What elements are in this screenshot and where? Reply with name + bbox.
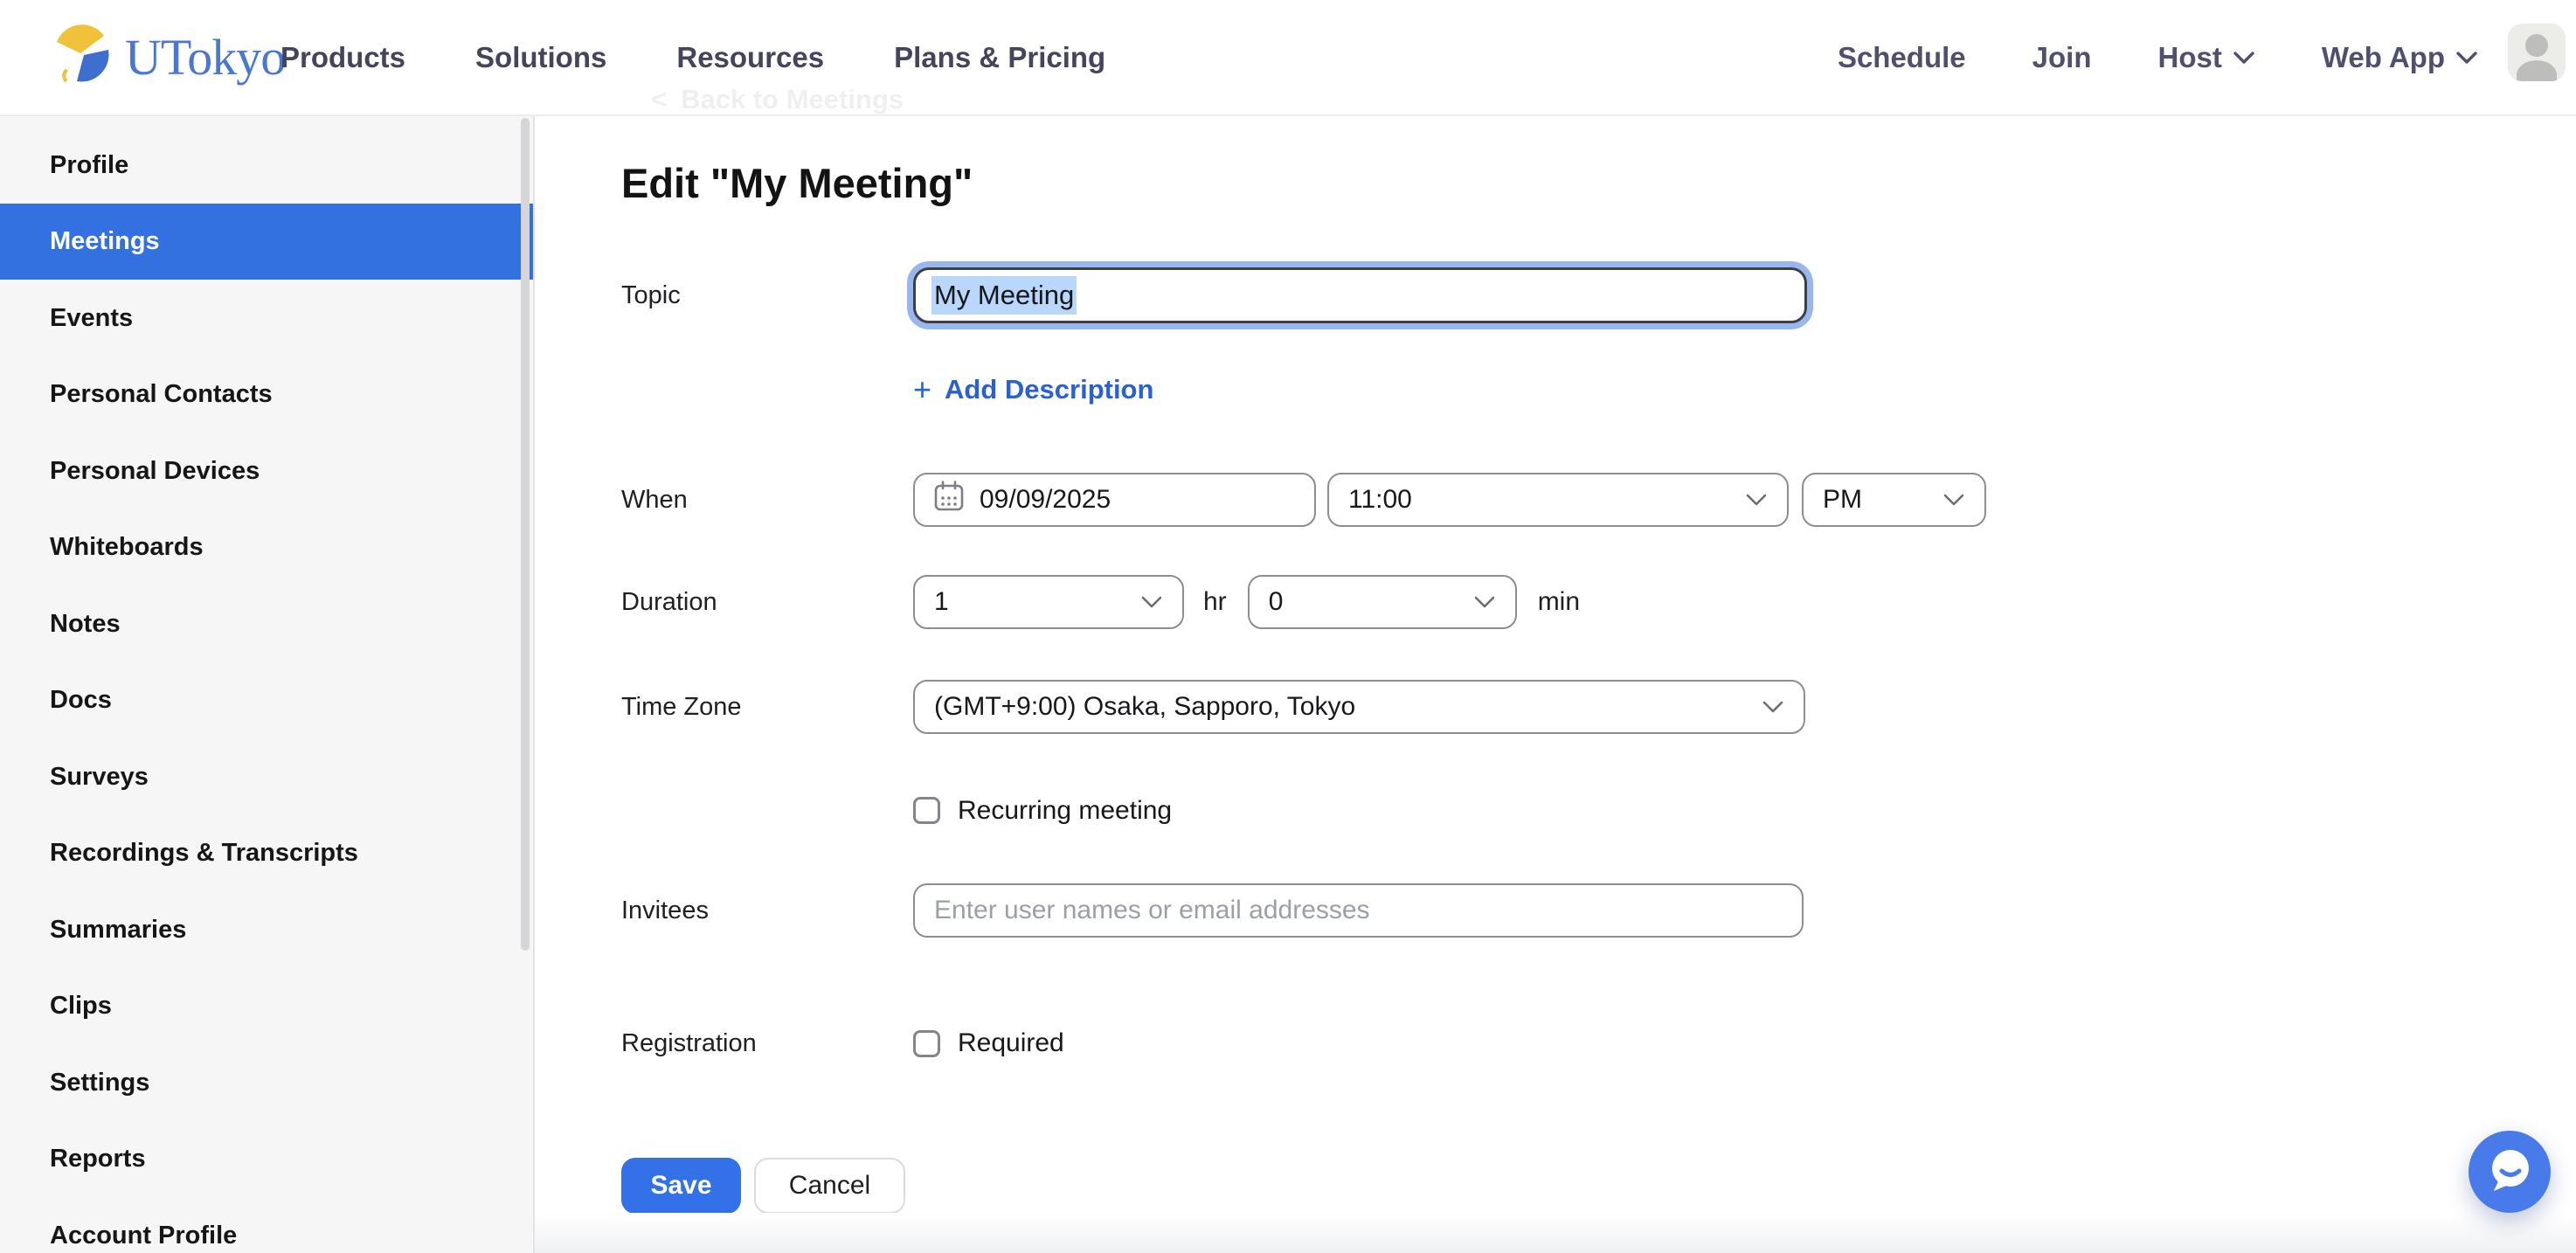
topic-input[interactable]: My Meeting [913, 267, 1807, 323]
nav-join[interactable]: Join [2032, 41, 2092, 74]
registration-required-checkbox[interactable] [913, 1030, 940, 1057]
duration-minutes-value: 0 [1269, 587, 1284, 617]
invitees-row: Invitees [621, 883, 1804, 938]
invitees-input[interactable] [913, 883, 1804, 938]
chevron-down-icon [2233, 51, 2255, 65]
timezone-row: Time Zone (GMT+9:00) Osaka, Sapporo, Tok… [621, 680, 1805, 734]
bottom-fade [535, 1213, 2576, 1253]
hours-unit-label: hr [1203, 587, 1227, 617]
ginkgo-leaf-icon [50, 23, 114, 92]
nav-schedule[interactable]: Schedule [1838, 41, 1966, 74]
avatar-shoulders [2517, 60, 2557, 81]
nav-products[interactable]: Products [280, 41, 405, 74]
chevron-down-icon [1942, 493, 1965, 507]
chevron-down-icon [1473, 595, 1496, 609]
sidebar: Profile Meetings Events Personal Contact… [0, 116, 535, 1253]
sidebar-item-events[interactable]: Events [0, 280, 533, 357]
sidebar-item-meetings[interactable]: Meetings [0, 204, 533, 280]
cancel-button[interactable]: Cancel [754, 1158, 905, 1214]
topic-selected-text: My Meeting [931, 276, 1077, 315]
top-nav-bar: UTokyo Products Solutions Resources Plan… [0, 0, 2576, 116]
page: < Back to Meetings UTokyo Products Solut… [0, 0, 2576, 1253]
duration-minutes-select[interactable]: 0 [1248, 575, 1517, 629]
timezone-label: Time Zone [621, 693, 913, 722]
date-value: 09/09/2025 [980, 485, 1111, 515]
sidebar-scrollbar[interactable] [521, 118, 530, 951]
topic-label: Topic [621, 281, 913, 310]
duration-hours-value: 1 [934, 587, 949, 617]
avatar[interactable] [2508, 24, 2566, 81]
sidebar-item-surveys[interactable]: Surveys [0, 739, 533, 815]
plus-icon: + [913, 374, 931, 405]
recurring-label: Recurring meeting [958, 796, 1172, 826]
add-description-button[interactable]: + Add Description [913, 374, 1153, 405]
when-label: When [621, 486, 913, 515]
support-chat-button[interactable] [2469, 1131, 2551, 1213]
minutes-unit-label: min [1538, 587, 1580, 617]
chevron-down-icon [1762, 700, 1784, 714]
duration-row: Duration 1 hr 0 min [621, 575, 1580, 629]
time-value: 11:00 [1348, 485, 1412, 515]
nav-resources[interactable]: Resources [676, 41, 824, 74]
meridiem-select[interactable]: PM [1802, 473, 1986, 527]
nav-host[interactable]: Host [2158, 41, 2255, 74]
back-to-meetings-link[interactable]: < Back to Meetings [651, 84, 904, 115]
time-select[interactable]: 11:00 [1327, 473, 1789, 527]
registration-label: Registration [621, 1029, 913, 1058]
invitees-label: Invitees [621, 896, 913, 925]
sidebar-item-docs[interactable]: Docs [0, 662, 533, 738]
nav-solutions[interactable]: Solutions [475, 41, 606, 74]
sidebar-item-notes[interactable]: Notes [0, 586, 533, 662]
duration-hours-select[interactable]: 1 [913, 575, 1184, 629]
meridiem-value: PM [1823, 485, 1862, 515]
calendar-icon [932, 480, 966, 520]
sidebar-item-settings[interactable]: Settings [0, 1045, 533, 1121]
avatar-head [2525, 34, 2548, 57]
add-description-label: Add Description [945, 374, 1153, 405]
timezone-select[interactable]: (GMT+9:00) Osaka, Sapporo, Tokyo [913, 680, 1805, 734]
sidebar-item-personal-contacts[interactable]: Personal Contacts [0, 357, 533, 433]
duration-label: Duration [621, 588, 913, 617]
sidebar-item-profile[interactable]: Profile [0, 128, 533, 204]
sidebar-item-recordings[interactable]: Recordings & Transcripts [0, 815, 533, 891]
recurring-checkbox[interactable] [913, 797, 940, 824]
chevron-down-icon [1140, 595, 1163, 609]
utokyo-logo[interactable]: UTokyo [50, 0, 285, 114]
topic-row: Topic My Meeting [621, 266, 1807, 325]
save-button[interactable]: Save [621, 1158, 741, 1214]
sidebar-item-summaries[interactable]: Summaries [0, 892, 533, 968]
recurring-row: Recurring meeting [913, 791, 1172, 830]
chat-smiley-icon [2486, 1146, 2533, 1198]
page-title: Edit "My Meeting" [621, 159, 973, 207]
chevron-down-icon [1745, 493, 1768, 507]
back-link-label: Back to Meetings [681, 84, 904, 115]
timezone-value: (GMT+9:00) Osaka, Sapporo, Tokyo [934, 692, 1355, 722]
sidebar-item-account-profile[interactable]: Account Profile [0, 1198, 533, 1253]
sidebar-item-personal-devices[interactable]: Personal Devices [0, 433, 533, 509]
date-picker[interactable]: 09/09/2025 [913, 473, 1316, 527]
sidebar-item-whiteboards[interactable]: Whiteboards [0, 509, 533, 585]
sidebar-item-clips[interactable]: Clips [0, 968, 533, 1044]
registration-row: Registration Required [621, 1016, 1064, 1070]
registration-required-label: Required [958, 1028, 1064, 1058]
chevron-down-icon [2455, 51, 2478, 65]
secondary-nav: Schedule Join Host Web App [1838, 0, 2478, 114]
logo-text: UTokyo [125, 28, 285, 87]
nav-web-app[interactable]: Web App [2322, 41, 2478, 74]
when-row: When 09/09/2025 11:00 PM [621, 473, 1986, 527]
back-arrow-icon: < [651, 84, 667, 115]
nav-plans-pricing[interactable]: Plans & Pricing [894, 41, 1105, 74]
sidebar-item-reports[interactable]: Reports [0, 1121, 533, 1197]
